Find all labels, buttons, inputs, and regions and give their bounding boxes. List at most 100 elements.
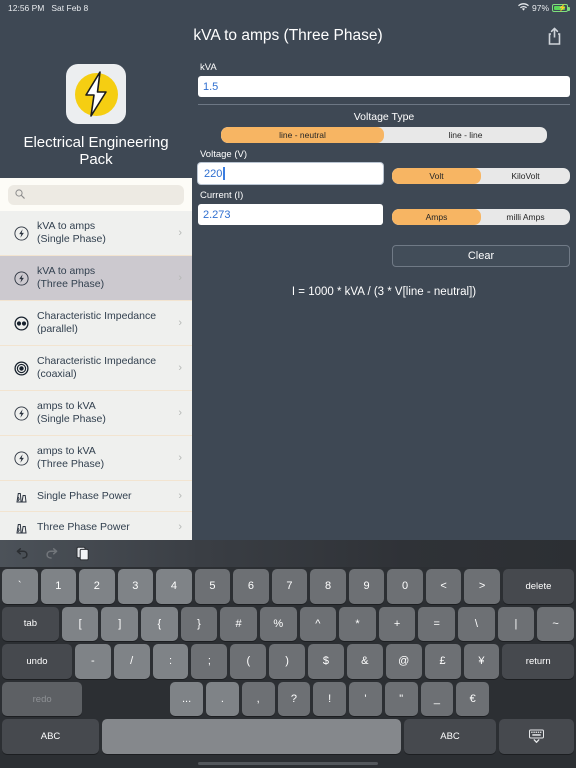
key-asterisk[interactable]: *	[339, 607, 376, 642]
keyboard-row4-spacer-right	[492, 682, 574, 717]
key-apostrophe[interactable]: '	[349, 682, 382, 717]
key-return[interactable]: return	[502, 644, 574, 679]
key-slash[interactable]: /	[114, 644, 150, 679]
kva-input[interactable]: 1.5	[198, 76, 570, 97]
keyboard-row-3: undo - / : ; ( ) $ & @ £ ¥ return	[2, 644, 574, 679]
key-undo[interactable]: undo	[2, 644, 72, 679]
key-less-than[interactable]: <	[426, 569, 462, 604]
key-period[interactable]: .	[206, 682, 239, 717]
chevron-right-icon: ›	[178, 452, 184, 464]
segment-line-neutral[interactable]: line - neutral	[221, 127, 384, 143]
key-greater-than[interactable]: >	[464, 569, 500, 604]
key-brace-right[interactable]: }	[181, 607, 218, 642]
key-caret[interactable]: ^	[300, 607, 337, 642]
key-percent[interactable]: %	[260, 607, 297, 642]
keyboard-row4-spacer	[85, 682, 167, 717]
key-5[interactable]: 5	[195, 569, 231, 604]
sidebar-item-amps-to-kva-single[interactable]: amps to kVA (Single Phase) ›	[0, 391, 192, 436]
sidebar-item-amps-to-kva-three[interactable]: amps to kVA (Three Phase) ›	[0, 436, 192, 481]
key-tilde[interactable]: ~	[537, 607, 574, 642]
key-3[interactable]: 3	[118, 569, 154, 604]
key-abc-right[interactable]: ABC	[404, 719, 497, 754]
power-plant-icon	[8, 489, 34, 504]
voltage-input[interactable]: 220	[198, 163, 383, 184]
key-bracket-left[interactable]: [	[62, 607, 99, 642]
key-space[interactable]	[102, 719, 401, 754]
status-date: Sat Feb 8	[51, 3, 88, 13]
search-field[interactable]	[8, 185, 184, 205]
keyboard-dismiss-icon[interactable]	[499, 719, 574, 754]
key-delete[interactable]: delete	[503, 569, 574, 604]
sidebar-item-single-phase-power[interactable]: Single Phase Power ›	[0, 481, 192, 512]
key-9[interactable]: 9	[349, 569, 385, 604]
sidebar-item-three-phase-power[interactable]: Three Phase Power ›	[0, 512, 192, 540]
key-backslash[interactable]: \	[458, 607, 495, 642]
key-paren-left[interactable]: (	[230, 644, 266, 679]
battery-percent: 97%	[532, 3, 549, 13]
current-input[interactable]: 2.273	[198, 204, 383, 225]
sidebar-item-label: kVA to amps (Three Phase)	[34, 265, 178, 291]
bolt-circle-icon	[8, 406, 34, 421]
key-hyphen[interactable]: -	[75, 644, 111, 679]
sidebar-item-kva-to-amps-single[interactable]: kVA to amps (Single Phase) ›	[0, 211, 192, 256]
app-icon-container	[0, 56, 192, 130]
key-equals[interactable]: =	[418, 607, 455, 642]
segment-amps[interactable]: Amps	[392, 209, 481, 225]
clear-button[interactable]: Clear	[392, 245, 570, 267]
current-unit-segmented-control[interactable]: Amps milli Amps	[392, 209, 570, 225]
key-colon[interactable]: :	[153, 644, 189, 679]
key-tab[interactable]: tab	[2, 607, 59, 642]
key-dollar[interactable]: $	[308, 644, 344, 679]
share-icon[interactable]	[542, 23, 566, 49]
paste-icon[interactable]	[76, 546, 90, 561]
segment-kilovolt[interactable]: KiloVolt	[481, 168, 570, 184]
key-2[interactable]: 2	[79, 569, 115, 604]
voltage-row: 220 Volt KiloVolt	[198, 163, 570, 184]
sidebar-item-label: amps to kVA (Single Phase)	[34, 400, 178, 426]
key-ampersand[interactable]: &	[347, 644, 383, 679]
key-8[interactable]: 8	[310, 569, 346, 604]
sidebar-item-kva-to-amps-three[interactable]: kVA to amps (Three Phase) ›	[0, 256, 192, 301]
sidebar-item-label: Single Phase Power	[34, 490, 178, 503]
bolt-circle-icon	[8, 271, 34, 286]
page-title: kVA to amps (Three Phase)	[193, 27, 382, 45]
key-quote[interactable]: "	[385, 682, 418, 717]
key-1[interactable]: 1	[41, 569, 77, 604]
key-6[interactable]: 6	[233, 569, 269, 604]
key-4[interactable]: 4	[156, 569, 192, 604]
key-ellipsis[interactable]: ...	[170, 682, 203, 717]
key-euro[interactable]: €	[456, 682, 489, 717]
key-question[interactable]: ?	[278, 682, 311, 717]
segment-volt[interactable]: Volt	[392, 168, 481, 184]
key-hash[interactable]: #	[220, 607, 257, 642]
undo-icon[interactable]	[14, 547, 29, 560]
key-pipe[interactable]: |	[498, 607, 535, 642]
key-7[interactable]: 7	[272, 569, 308, 604]
key-0[interactable]: 0	[387, 569, 423, 604]
key-underscore[interactable]: _	[421, 682, 454, 717]
key-yen[interactable]: ¥	[464, 644, 500, 679]
segment-line-line[interactable]: line - line	[384, 127, 547, 143]
key-paren-right[interactable]: )	[269, 644, 305, 679]
sidebar-item-label: Characteristic Impedance (parallel)	[34, 310, 178, 336]
key-semicolon[interactable]: ;	[191, 644, 227, 679]
key-comma[interactable]: ,	[242, 682, 275, 717]
sidebar-item-label: Characteristic Impedance (coaxial)	[34, 355, 178, 381]
key-plus[interactable]: +	[379, 607, 416, 642]
key-pound[interactable]: £	[425, 644, 461, 679]
key-backtick[interactable]: `	[2, 569, 38, 604]
key-brace-left[interactable]: {	[141, 607, 178, 642]
key-redo[interactable]: redo	[2, 682, 82, 717]
voltage-type-segmented-control[interactable]: line - neutral line - line	[221, 127, 547, 143]
search-input[interactable]	[30, 190, 177, 201]
voltage-unit-segmented-control[interactable]: Volt KiloVolt	[392, 168, 570, 184]
key-at[interactable]: @	[386, 644, 422, 679]
key-abc-left[interactable]: ABC	[2, 719, 99, 754]
key-exclamation[interactable]: !	[313, 682, 346, 717]
sidebar-item-char-impedance-coaxial[interactable]: Characteristic Impedance (coaxial) ›	[0, 346, 192, 391]
key-bracket-right[interactable]: ]	[101, 607, 138, 642]
chevron-right-icon: ›	[178, 490, 184, 502]
status-bar-right: 97% ⚡	[518, 3, 568, 14]
segment-milli-amps[interactable]: milli Amps	[481, 209, 570, 225]
sidebar-item-char-impedance-parallel[interactable]: Characteristic Impedance (parallel) ›	[0, 301, 192, 346]
